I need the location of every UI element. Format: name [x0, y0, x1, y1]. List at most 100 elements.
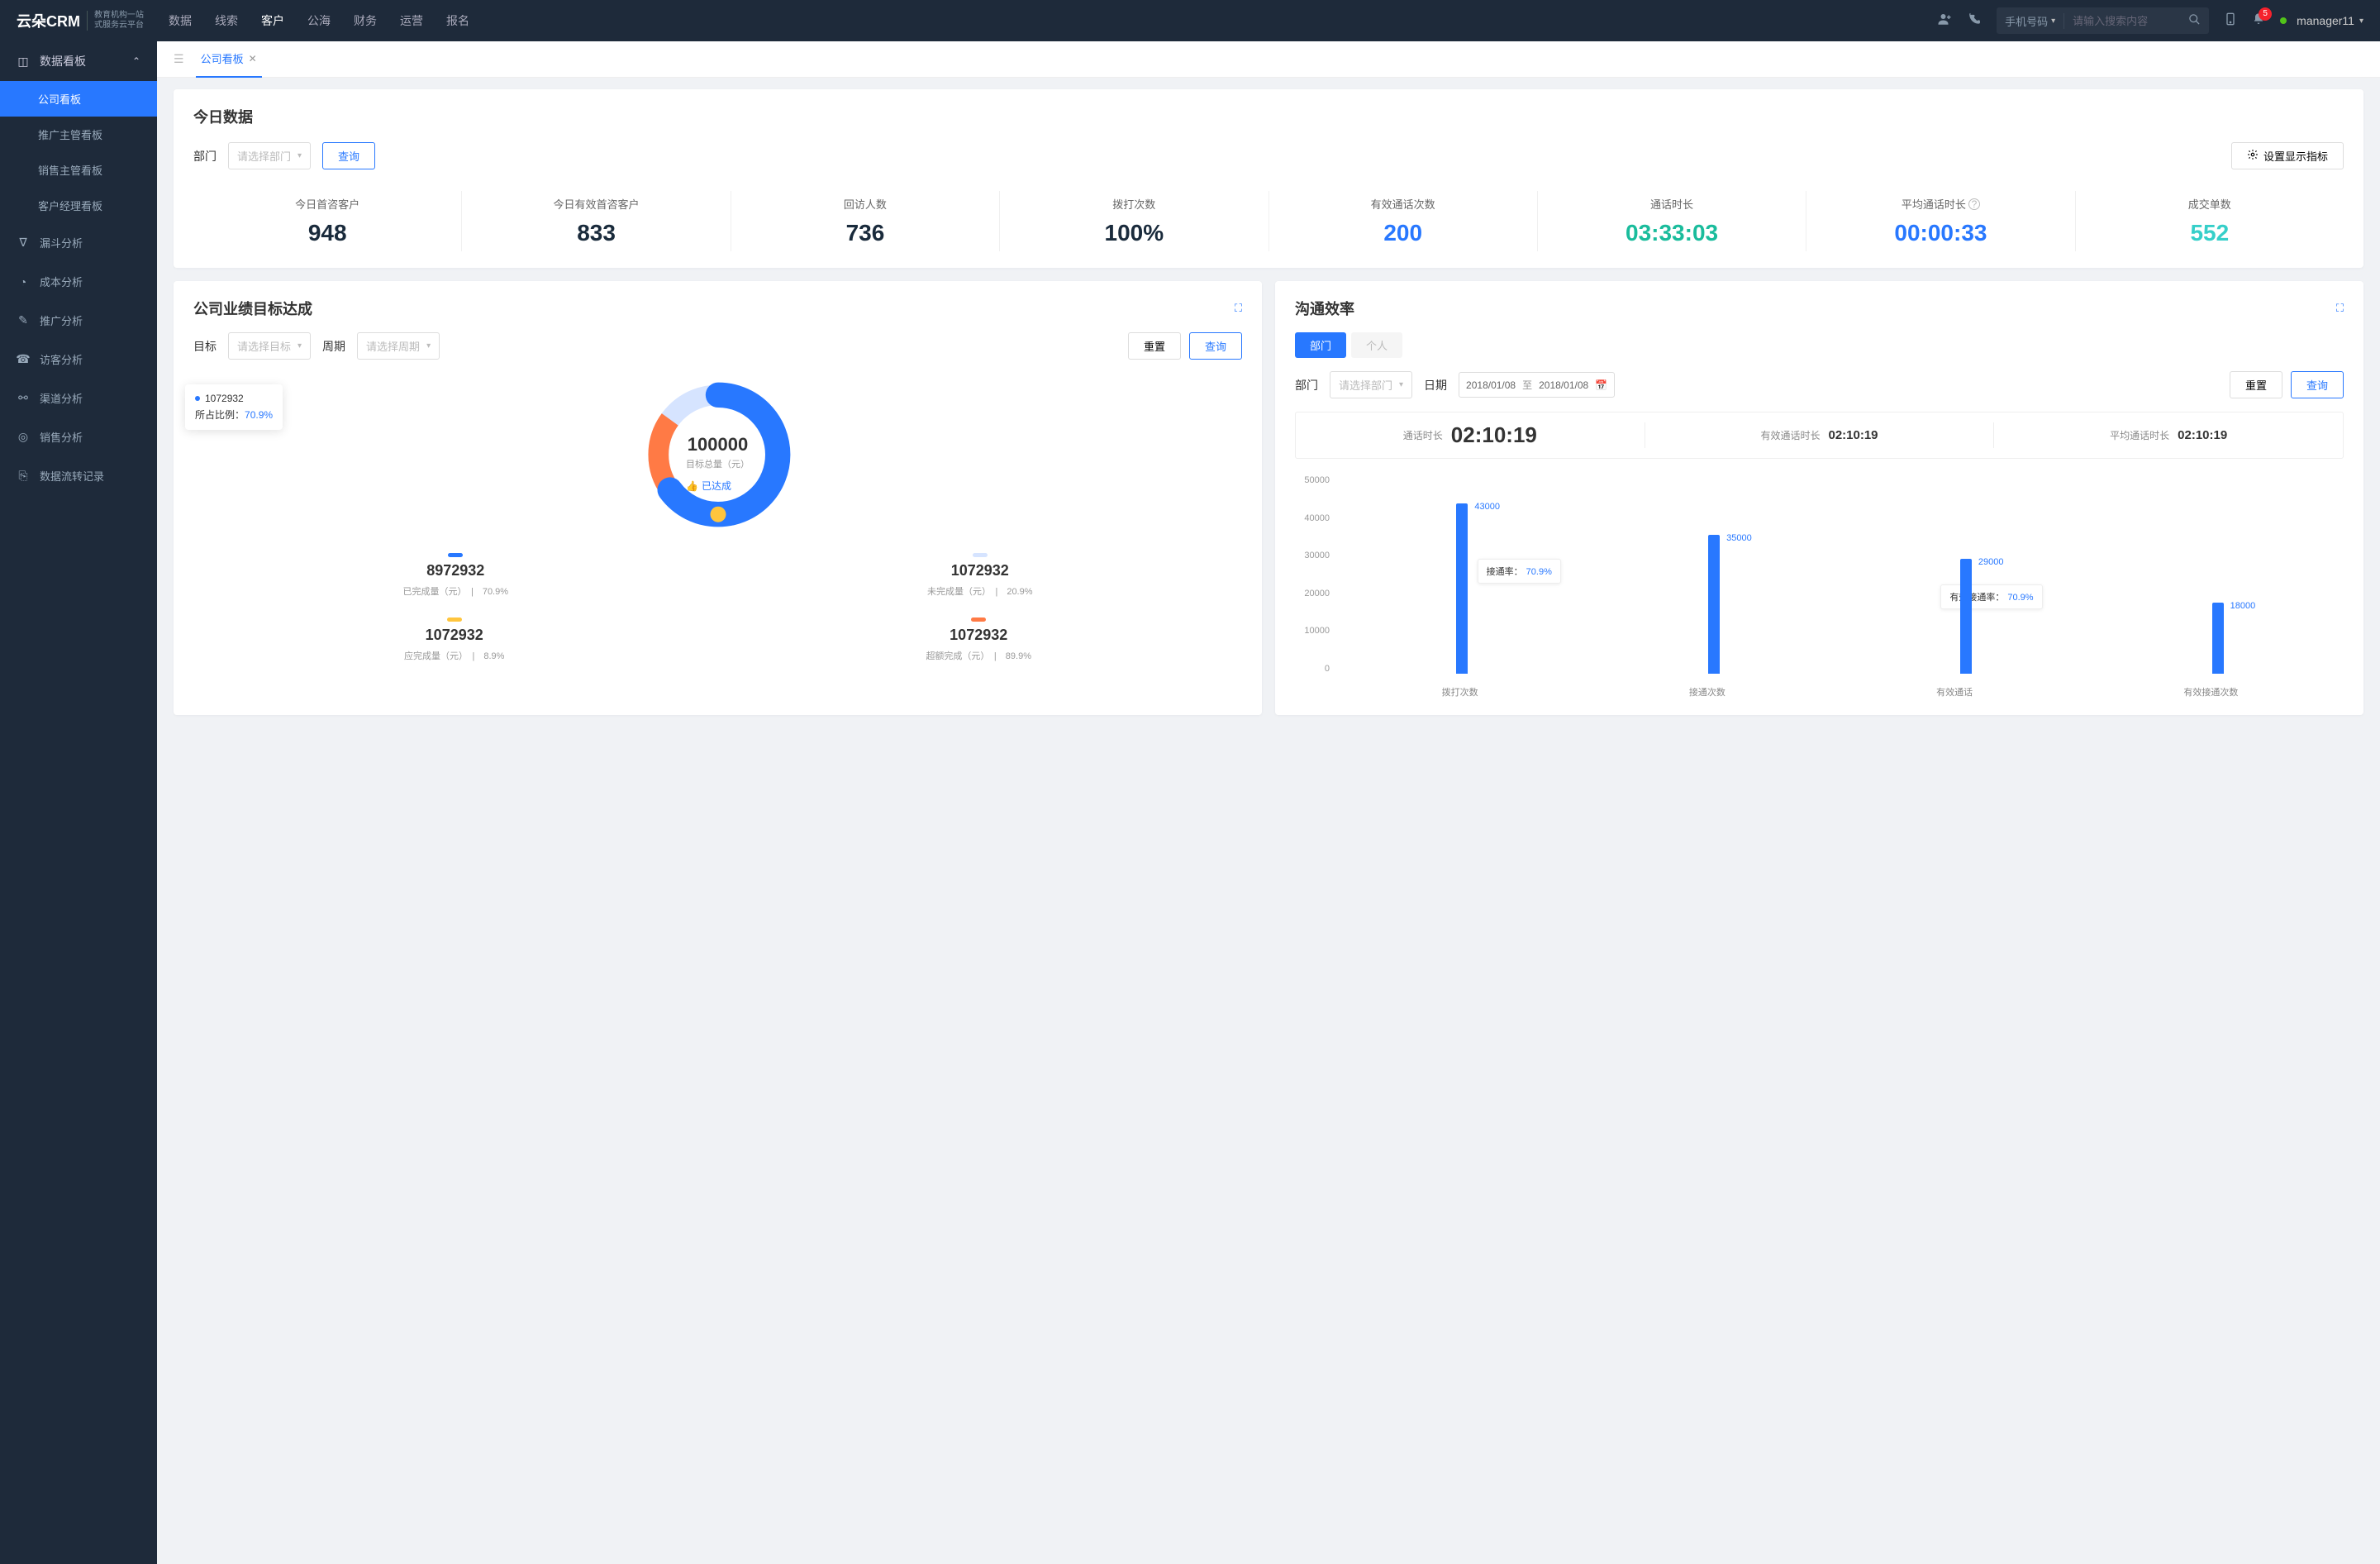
bar-0: 43000 — [1456, 503, 1468, 674]
search-icon[interactable] — [2180, 13, 2209, 28]
sidebar-sub-0[interactable]: 公司看板 — [0, 81, 157, 117]
sidebar-icon: ✎ — [17, 313, 30, 327]
sidebar-item-2[interactable]: ✎推广分析 — [0, 301, 157, 340]
badge-count: 5 — [2259, 7, 2272, 21]
y-axis: 50000400003000020000100000 — [1295, 475, 1336, 674]
sidebar-icon: ⚯ — [17, 391, 30, 405]
sidebar-item-3[interactable]: ☎访客分析 — [0, 340, 157, 379]
search-box: 手机号码 ▾ — [1997, 7, 2209, 34]
metric-item: 成交单数552 — [2076, 191, 2344, 251]
sidebar-sub-1[interactable]: 推广主管看板 — [0, 117, 157, 152]
logo-text: 云朵CRM — [17, 10, 80, 31]
sidebar-item-4[interactable]: ⚯渠道分析 — [0, 379, 157, 417]
chevron-down-icon: ▾ — [298, 151, 302, 160]
settings-metrics-button[interactable]: 设置显示指标 — [2231, 142, 2344, 169]
reset-button[interactable]: 重置 — [1128, 332, 1181, 360]
nav-item-2[interactable]: 客户 — [261, 12, 284, 29]
chevron-down-icon: ▾ — [426, 341, 431, 350]
sidebar-icon: ⎘ — [17, 469, 30, 483]
thumbs-up-icon: 👍 — [686, 480, 698, 492]
nav-item-1[interactable]: 线索 — [215, 12, 238, 29]
tab-dept[interactable]: 部门 — [1295, 332, 1346, 358]
callout-connect-rate: 接通率：70.9% — [1478, 559, 1561, 584]
legend-item: 1072932超额完成（元） | 89.9% — [926, 617, 1031, 662]
nav-item-5[interactable]: 运营 — [400, 12, 423, 29]
target-select[interactable]: 请选择目标 ▾ — [228, 332, 311, 360]
nav-item-0[interactable]: 数据 — [169, 12, 192, 29]
user-menu[interactable]: manager11 ▾ — [2280, 14, 2363, 27]
metric-item: 平均通话时长?00:00:33 — [1806, 191, 2075, 251]
query-button[interactable]: 查询 — [1189, 332, 1242, 360]
dept-label: 部门 — [193, 148, 217, 165]
sidebar-item-0[interactable]: ∇漏斗分析 — [0, 223, 157, 262]
nav-item-3[interactable]: 公海 — [307, 12, 331, 29]
sidebar-sub-2[interactable]: 销售主管看板 — [0, 152, 157, 188]
bar-chart: 50000400003000020000100000 接通率：70.9% 有效接… — [1295, 475, 2344, 699]
chevron-up-icon: ⌃ — [132, 55, 140, 67]
bar-2: 29000 — [1960, 559, 1972, 674]
info-icon[interactable]: ? — [1968, 198, 1980, 210]
sidebar-item-6[interactable]: ⎘数据流转记录 — [0, 456, 157, 495]
username: manager11 — [2297, 14, 2354, 27]
legend-item: 1072932未完成量（元） | 20.9% — [927, 553, 1033, 598]
sidebar-sub-3[interactable]: 客户经理看板 — [0, 188, 157, 223]
tab-person[interactable]: 个人 — [1351, 332, 1402, 358]
nav-item-4[interactable]: 财务 — [354, 12, 377, 29]
expand-icon[interactable]: ⛶ — [1235, 302, 1242, 315]
metric-item: 今日首咨客户948 — [193, 191, 462, 251]
dashboard-icon: ◫ — [17, 55, 30, 69]
logo[interactable]: 云朵CRM 教育机构一站 式服务云平台 — [17, 10, 144, 31]
chevron-down-icon: ▾ — [1399, 380, 1403, 389]
efficiency-title: 沟通效率 — [1295, 298, 1354, 319]
sidebar-icon: ∇ — [17, 236, 30, 250]
sidebar-item-1[interactable]: ◔成本分析 — [0, 262, 157, 301]
metric-item: 今日有效首咨客户833 — [462, 191, 731, 251]
today-title: 今日数据 — [193, 106, 2344, 127]
metric-item: 回访人数736 — [731, 191, 1000, 251]
search-type-select[interactable]: 手机号码 ▾ — [1997, 13, 2064, 29]
menu-toggle-icon[interactable]: ☰ — [174, 52, 184, 66]
search-input[interactable] — [2064, 15, 2180, 27]
mobile-icon[interactable] — [2224, 12, 2237, 30]
main-content: ☰ 公司看板 ✕ 今日数据 部门 请选择部门 ▾ 查询 — [157, 41, 2380, 1564]
query-button[interactable]: 查询 — [322, 142, 375, 169]
bar-3: 18000 — [2212, 603, 2224, 674]
bell-icon[interactable]: 5 — [2252, 12, 2265, 30]
donut-chart: 1072932 所占比例：70.9% 100000 目标总量（元） — [193, 376, 1242, 533]
panel-achievement: 公司业绩目标达成 ⛶ 目标 请选择目标 ▾ 周期 请选择周期 ▾ — [174, 281, 1262, 715]
status-dot-icon — [2280, 17, 2287, 24]
sidebar-icon: ◔ — [17, 275, 30, 288]
reset-button[interactable]: 重置 — [2230, 371, 2282, 398]
efficiency-stat: 平均通话时长02:10:19 — [1994, 422, 2343, 448]
sidebar-group-dashboard[interactable]: ◫ 数据看板 ⌃ — [0, 41, 157, 81]
date-range-picker[interactable]: 2018/01/08 至 2018/01/08 📅 — [1459, 372, 1615, 398]
achieved-badge: 👍 已达成 — [686, 479, 750, 493]
sidebar-item-5[interactable]: ◎销售分析 — [0, 417, 157, 456]
logo-caption: 教育机构一站 式服务云平台 — [87, 11, 144, 31]
efficiency-stat: 有效通话时长02:10:19 — [1645, 422, 1995, 448]
tab-company-dashboard[interactable]: 公司看板 ✕ — [196, 41, 262, 78]
efficiency-stats: 通话时长02:10:19有效通话时长02:10:19平均通话时长02:10:19 — [1295, 412, 2344, 459]
legend-item: 1072932应完成量（元） | 8.9% — [404, 617, 504, 662]
metrics-row: 今日首咨客户948今日有效首咨客户833回访人数736拨打次数100%有效通话次… — [193, 191, 2344, 251]
dept-select[interactable]: 请选择部门 ▾ — [1330, 371, 1412, 398]
metric-item: 通话时长03:33:03 — [1538, 191, 1806, 251]
bars-area: 接通率：70.9% 有效接通率：70.9% 430003500029000180… — [1336, 475, 2344, 674]
add-user-icon[interactable] — [1937, 12, 1952, 31]
close-icon[interactable]: ✕ — [249, 53, 257, 64]
sidebar: ◫ 数据看板 ⌃ 公司看板推广主管看板销售主管看板客户经理看板 ∇漏斗分析◔成本… — [0, 41, 157, 1564]
query-button[interactable]: 查询 — [2291, 371, 2344, 398]
dept-select[interactable]: 请选择部门 ▾ — [228, 142, 311, 169]
sidebar-icon: ☎ — [17, 352, 30, 366]
nav-item-6[interactable]: 报名 — [446, 12, 469, 29]
metric-item: 有效通话次数200 — [1269, 191, 1538, 251]
legend-item: 8972932已完成量（元） | 70.9% — [402, 553, 508, 598]
sidebar-icon: ◎ — [17, 430, 30, 444]
chevron-down-icon: ▾ — [2359, 17, 2363, 26]
efficiency-stat: 通话时长02:10:19 — [1296, 422, 1645, 448]
x-axis: 拨打次数接通次数有效通话有效接通次数 — [1336, 685, 2344, 699]
chevron-down-icon: ▾ — [2051, 17, 2055, 26]
phone-icon[interactable] — [1967, 12, 1982, 31]
period-select[interactable]: 请选择周期 ▾ — [357, 332, 440, 360]
expand-icon[interactable]: ⛶ — [2336, 302, 2344, 315]
